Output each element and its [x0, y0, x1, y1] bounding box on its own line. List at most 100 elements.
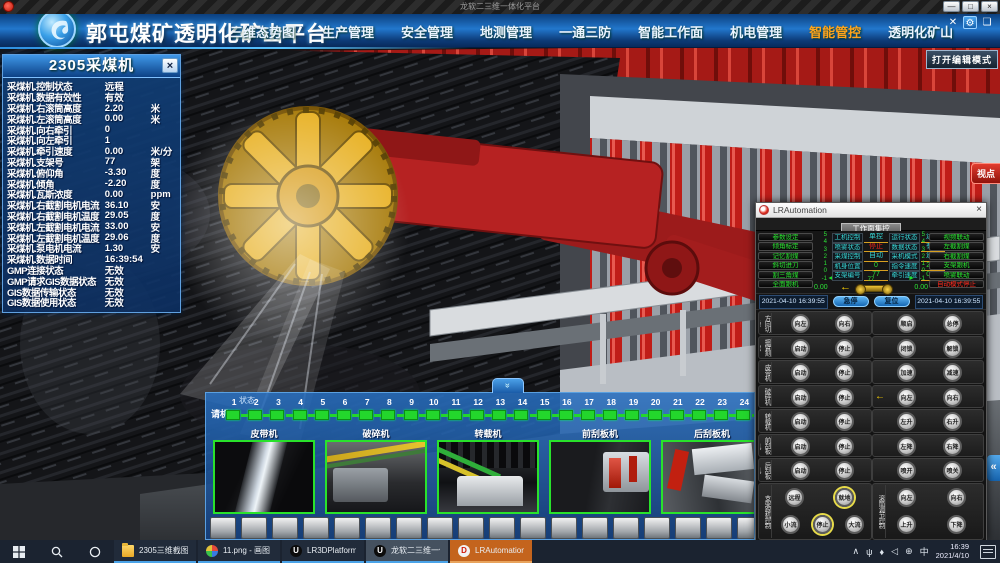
stop-round-button[interactable]: 停止	[835, 461, 854, 480]
camera-3[interactable]: 转载机	[437, 427, 539, 514]
mode-button-right-5[interactable]: 喷雾联动	[929, 271, 984, 279]
nav-item-4[interactable]: 地测管理	[480, 22, 532, 41]
camera-thumbnail[interactable]	[661, 440, 755, 514]
section-round-button[interactable]: 上升	[897, 515, 916, 534]
taskbar-item-1[interactable]: 2305三维截图	[114, 540, 196, 563]
camera-thumbnail[interactable]	[549, 440, 651, 514]
mode-button-right-1[interactable]: 视频联动	[929, 233, 984, 241]
remote-round-button[interactable]: 左降	[897, 437, 916, 456]
lrautomation-titlebar[interactable]: LRAutomation ×	[756, 203, 986, 218]
support-item-24[interactable]: 24	[733, 397, 755, 427]
nav-item-9[interactable]: 透明化矿山	[888, 22, 953, 41]
mode-button-left-3[interactable]: 记忆割煤	[758, 252, 813, 260]
start-round-button[interactable]: 启动	[791, 388, 810, 407]
start-round-button[interactable]: 启动	[791, 412, 810, 431]
volume-icon[interactable]: ◁	[891, 546, 898, 557]
remote-round-button[interactable]: 总停	[943, 314, 962, 333]
mode-button-left-4[interactable]: 斜切进刀	[758, 261, 813, 269]
remote-round-button[interactable]: 喷开	[897, 461, 916, 480]
camera-thumbnail[interactable]	[325, 440, 427, 514]
support-item-17[interactable]: 17	[578, 397, 600, 427]
side-collapse-tab[interactable]: «	[987, 455, 1000, 481]
stop-round-button[interactable]: 停止	[835, 388, 854, 407]
support-item-3[interactable]: 3	[267, 397, 289, 427]
section-round-button[interactable]: 停止	[813, 515, 832, 534]
nav-item-6[interactable]: 智能工作面	[638, 22, 703, 41]
support-item-15[interactable]: 15	[534, 397, 556, 427]
section-round-button[interactable]: 下降	[947, 515, 966, 534]
open-edit-mode-button[interactable]: 打开编辑模式	[926, 50, 998, 69]
support-item-22[interactable]: 22	[689, 397, 711, 427]
start-round-button[interactable]: 启动	[791, 461, 810, 480]
taskbar-item-5[interactable]: DLRAutomation	[450, 540, 532, 563]
support-item-5[interactable]: 5	[312, 397, 334, 427]
usb-icon[interactable]: ψ	[866, 547, 872, 557]
support-item-14[interactable]: 14	[511, 397, 533, 427]
camera-thumbnail[interactable]	[213, 440, 315, 514]
settings-gear-icon[interactable]: ⚙	[963, 16, 977, 29]
support-item-13[interactable]: 13	[489, 397, 511, 427]
camera-1[interactable]: 皮带机	[213, 427, 315, 514]
support-item-21[interactable]: 21	[667, 397, 689, 427]
os-titlebar[interactable]: 龙软二三维一体化平台 —□×	[0, 0, 1000, 14]
start-round-button[interactable]: 启动	[791, 339, 810, 358]
reset-button[interactable]: 复位	[874, 296, 910, 307]
start-round-button[interactable]: 启动	[791, 437, 810, 456]
viewpoint-tab[interactable]: 视点	[971, 163, 1000, 184]
stop-round-button[interactable]: 停止	[835, 437, 854, 456]
remote-round-button[interactable]: 闭锁	[897, 339, 916, 358]
mode-button-left-5[interactable]: 割三角煤	[758, 271, 813, 279]
support-item-9[interactable]: 9	[401, 397, 423, 427]
minimize-button[interactable]: —	[943, 1, 960, 12]
taskbar-item-3[interactable]: ULR3DPlatform - U...	[282, 540, 364, 563]
nav-item-1[interactable]: 三维态势图	[230, 22, 295, 41]
mode-button-right-6[interactable]: 自动模式停止	[929, 280, 984, 288]
network-icon[interactable]: ⊕	[905, 546, 913, 557]
section-round-button[interactable]: 小流	[781, 515, 800, 534]
taskbar-item-2[interactable]: 11.png - 画图	[198, 540, 280, 563]
remote-round-button[interactable]: 右降	[943, 437, 962, 456]
remote-round-button[interactable]: 减速	[943, 363, 962, 382]
mode-button-right-4[interactable]: 支架跟机	[929, 261, 984, 269]
nav-item-8[interactable]: 智能管控	[809, 22, 861, 41]
search-button[interactable]	[38, 540, 76, 563]
camera-2[interactable]: 破碎机	[325, 427, 427, 514]
section-round-button[interactable]: 远程	[785, 488, 804, 507]
remote-round-button[interactable]: 右升	[943, 412, 962, 431]
section-round-button[interactable]: 向右	[947, 488, 966, 507]
stop-round-button[interactable]: 停止	[835, 363, 854, 382]
start-button[interactable]	[0, 540, 38, 563]
support-item-19[interactable]: 19	[622, 397, 644, 427]
remote-round-button[interactable]: 向右	[943, 388, 962, 407]
support-item-20[interactable]: 20	[645, 397, 667, 427]
remote-round-button[interactable]: 喷关	[943, 461, 962, 480]
nav-item-3[interactable]: 安全管理	[401, 22, 453, 41]
ime-icon[interactable]: 中	[920, 545, 929, 558]
start-round-button[interactable]: 启动	[791, 363, 810, 382]
support-item-6[interactable]: 6	[334, 397, 356, 427]
support-item-7[interactable]: 7	[356, 397, 378, 427]
support-item-16[interactable]: 16	[556, 397, 578, 427]
stop-round-button[interactable]: 停止	[835, 412, 854, 431]
section-round-button[interactable]: 就地	[835, 488, 854, 507]
maximize-button[interactable]: □	[962, 1, 979, 12]
support-item-8[interactable]: 8	[378, 397, 400, 427]
estop-button[interactable]: 急停	[833, 296, 869, 307]
support-item-4[interactable]: 4	[290, 397, 312, 427]
remote-round-button[interactable]: 顺启	[897, 314, 916, 333]
close-icon[interactable]: ×	[976, 204, 982, 215]
close-icon[interactable]: ×	[162, 58, 178, 73]
section-round-button[interactable]: 向左	[897, 488, 916, 507]
remote-round-button[interactable]: 左升	[897, 412, 916, 431]
mode-button-left-1[interactable]: 参数设定	[758, 233, 813, 241]
bottom-panel-collapse-tab[interactable]: »	[492, 378, 524, 393]
mode-button-right-2[interactable]: 左截割煤	[929, 242, 984, 250]
camera-5[interactable]: 后刮板机	[661, 427, 755, 514]
support-item-11[interactable]: 11	[445, 397, 467, 427]
tray-expand-icon[interactable]: ∧	[853, 546, 860, 557]
mode-button-left-6[interactable]: 全面跟机	[758, 280, 813, 288]
shearer-panel-titlebar[interactable]: 2305采煤机 ×	[3, 55, 180, 78]
notification-center-icon[interactable]	[980, 545, 996, 559]
section-round-button[interactable]: 大流	[845, 515, 864, 534]
stop-round-button[interactable]: 向右	[835, 314, 854, 333]
